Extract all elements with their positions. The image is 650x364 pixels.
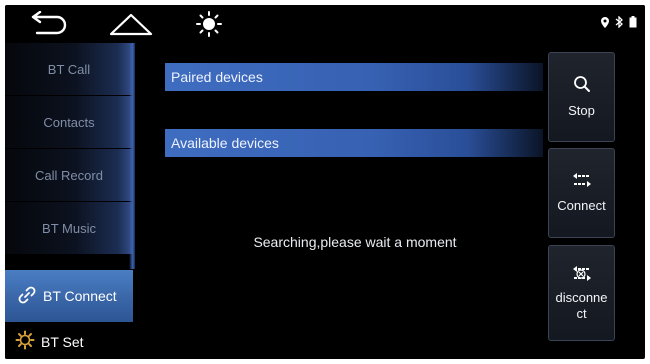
connect-label: Connect (557, 198, 606, 213)
disconnect-label-line2: ct (576, 306, 587, 321)
sidebar-item-label: BT Call (47, 61, 91, 77)
sidebar-item-label: Call Record (35, 167, 103, 183)
link-icon (17, 285, 37, 308)
sidebar-item-bt-call[interactable]: BT Call (5, 43, 133, 96)
back-icon[interactable] (27, 11, 71, 37)
connect-button[interactable]: Connect (548, 148, 615, 238)
disconnect-button[interactable]: disconne ct (548, 245, 615, 341)
home-icon[interactable] (108, 11, 154, 37)
sidebar: BT Call Contacts Call Record BT Music BT… (5, 43, 135, 359)
sidebar-item-label: BT Connect (43, 288, 117, 304)
sidebar-item-contacts[interactable]: Contacts (5, 96, 133, 149)
available-devices-header: Available devices (165, 129, 543, 157)
battery-icon (629, 16, 637, 28)
paired-devices-header: Paired devices (165, 63, 543, 91)
sidebar-item-call-record[interactable]: Call Record (5, 149, 133, 202)
disconnect-icon (570, 264, 594, 288)
sidebar-item-label: BT Music (42, 220, 96, 236)
brightness-icon[interactable] (195, 11, 223, 37)
sidebar-item-bt-connect[interactable]: BT Connect (5, 270, 133, 323)
paired-devices-label: Paired devices (171, 69, 263, 85)
sidebar-item-bt-set[interactable]: BT Set (5, 325, 133, 359)
transfer-arrows-icon (571, 172, 593, 192)
bluetooth-icon (615, 16, 623, 28)
stop-label: Stop (568, 103, 595, 118)
stop-button[interactable]: Stop (548, 52, 615, 142)
status-icons (601, 16, 637, 28)
search-status-message: Searching,please wait a moment (253, 234, 457, 250)
sidebar-item-label: BT Set (41, 333, 84, 350)
head-unit-screen: BT Call Contacts Call Record BT Music BT… (5, 5, 645, 359)
sidebar-divider (129, 43, 135, 269)
disconnect-label-line1: disconne (555, 290, 608, 305)
gear-icon (15, 330, 35, 353)
available-devices-label: Available devices (171, 135, 279, 151)
location-icon (601, 16, 609, 28)
sidebar-item-bt-music[interactable]: BT Music (5, 202, 133, 255)
top-bar (5, 5, 645, 43)
search-icon (573, 75, 591, 97)
sidebar-item-label: Contacts (43, 114, 95, 130)
